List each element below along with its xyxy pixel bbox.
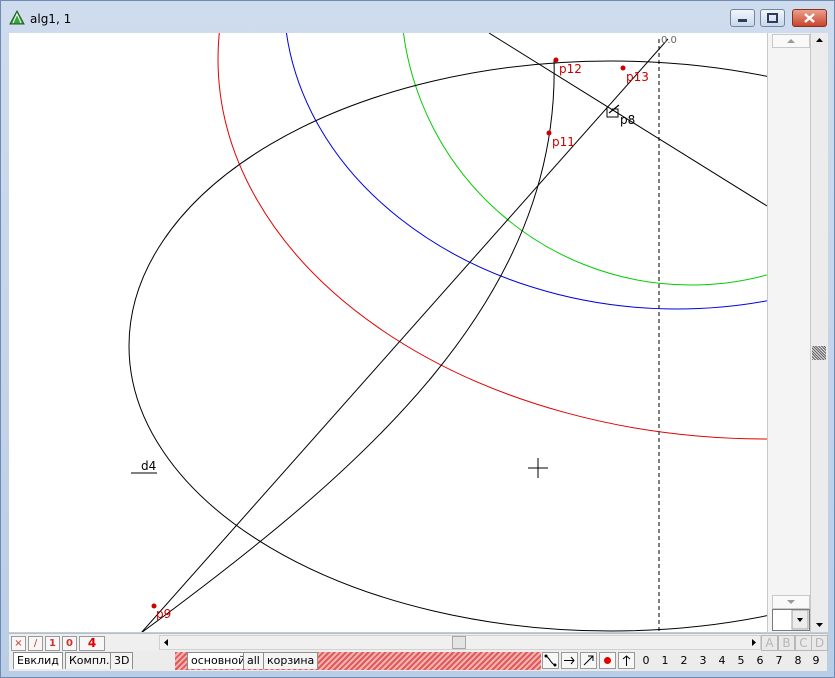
drawing-canvas[interactable]: p12 p13 p11 p8 p9 d4 0.0 bbox=[9, 33, 767, 632]
red-point-icon bbox=[604, 657, 611, 664]
arrow-diagonal-icon bbox=[583, 655, 594, 666]
digit-1-button[interactable]: 1 bbox=[657, 654, 673, 667]
chevron-up-icon bbox=[787, 39, 795, 43]
side-letter-b[interactable]: B bbox=[778, 635, 795, 651]
status-one-button[interactable]: 1 bbox=[45, 636, 60, 651]
dropdown-arrow-icon bbox=[791, 609, 809, 630]
panel-scroll-down-button[interactable] bbox=[772, 595, 810, 609]
side-letter-c[interactable]: C bbox=[795, 635, 812, 651]
minimize-button[interactable] bbox=[730, 9, 755, 27]
scroll-down-icon[interactable] bbox=[811, 618, 828, 632]
label-p11: p11 bbox=[552, 135, 575, 149]
tool-arrow-right-button[interactable] bbox=[561, 652, 578, 669]
minimize-icon bbox=[738, 19, 747, 22]
point-p12[interactable] bbox=[553, 57, 559, 63]
side-letter-d[interactable]: D bbox=[811, 635, 828, 651]
status-counter: 4 bbox=[79, 636, 105, 651]
arrow-right-icon bbox=[564, 656, 575, 665]
scroll-left-icon[interactable] bbox=[160, 636, 172, 649]
digit-0-button[interactable]: 0 bbox=[638, 654, 654, 667]
digit-5-button[interactable]: 5 bbox=[733, 654, 749, 667]
tab-korzina[interactable]: корзина bbox=[263, 652, 319, 669]
label-p9: p9 bbox=[156, 607, 171, 621]
label-p13: p13 bbox=[626, 70, 649, 84]
vertical-scrollbar[interactable] bbox=[810, 33, 828, 632]
app-icon bbox=[9, 9, 25, 25]
label-d4: d4 bbox=[141, 459, 156, 473]
close-icon bbox=[804, 13, 815, 23]
digit-4-button[interactable]: 4 bbox=[714, 654, 730, 667]
vertical-side-panel bbox=[767, 33, 811, 632]
scroll-right-icon[interactable] bbox=[748, 636, 760, 649]
label-p8: p8 bbox=[620, 113, 635, 127]
red-circle bbox=[217, 33, 767, 440]
geometry-drawing[interactable]: p12 p13 p11 p8 p9 d4 0.0 bbox=[9, 33, 767, 632]
window-title: alg1, 1 bbox=[30, 12, 72, 26]
tab-osnovnoy[interactable]: основной bbox=[187, 652, 250, 669]
chevron-down-icon bbox=[787, 600, 795, 604]
axis-origin-label: 0.0 bbox=[661, 35, 677, 46]
title-bar[interactable]: alg1, 1 bbox=[1, 1, 834, 34]
green-circle bbox=[403, 33, 767, 286]
tab-evklid[interactable]: Евклид bbox=[13, 652, 63, 669]
point-p13[interactable] bbox=[620, 65, 626, 71]
digit-2-button[interactable]: 2 bbox=[676, 654, 692, 667]
tool-point-button[interactable] bbox=[599, 652, 616, 669]
digit-6-button[interactable]: 6 bbox=[752, 654, 768, 667]
status-scroll-bar: × / 1 0 4 A B C D bbox=[9, 633, 828, 652]
maximize-icon bbox=[767, 13, 778, 23]
tool-bezier-button[interactable] bbox=[542, 652, 559, 669]
label-p12: p12 bbox=[559, 62, 582, 76]
tab-kompl[interactable]: Компл. bbox=[65, 652, 114, 669]
status-delete-button[interactable]: × bbox=[11, 636, 26, 651]
arc-curve bbox=[141, 58, 555, 632]
tool-arrow-diagonal-button[interactable] bbox=[580, 652, 597, 669]
scroll-up-icon[interactable] bbox=[811, 33, 828, 47]
application-window: alg1, 1 p12 p13 p11 p8 p9 d4 0.0 × / 1 0… bbox=[0, 0, 835, 678]
arrow-up-icon bbox=[622, 655, 631, 666]
tab-3d[interactable]: 3D bbox=[110, 652, 134, 669]
maximize-button[interactable] bbox=[760, 9, 785, 27]
blue-circle bbox=[286, 33, 767, 310]
digit-7-button[interactable]: 7 bbox=[771, 654, 787, 667]
panel-scroll-up-button[interactable] bbox=[772, 34, 810, 48]
digit-3-button[interactable]: 3 bbox=[695, 654, 711, 667]
bezier-tool-icon bbox=[544, 654, 557, 667]
crosshair-cursor-icon bbox=[528, 458, 548, 478]
tab-all[interactable]: all bbox=[243, 652, 264, 669]
status-line-button[interactable]: / bbox=[28, 636, 43, 651]
point-p11[interactable] bbox=[546, 130, 552, 136]
tool-arrow-up-button[interactable] bbox=[618, 652, 635, 669]
horizontal-scroll-thumb[interactable] bbox=[452, 636, 466, 649]
digit-8-button[interactable]: 8 bbox=[790, 654, 806, 667]
digit-9-button[interactable]: 9 bbox=[808, 654, 824, 667]
line-p9-p13 bbox=[141, 38, 669, 632]
side-letter-a[interactable]: A bbox=[761, 635, 778, 651]
close-button[interactable] bbox=[792, 9, 827, 27]
bottom-tab-bar: Евклид Компл. 3D основной all корзина 0 … bbox=[9, 651, 827, 671]
scroll-thumb[interactable] bbox=[812, 346, 826, 360]
panel-dropdown[interactable] bbox=[772, 609, 810, 631]
status-zero-button[interactable]: 0 bbox=[62, 636, 77, 651]
horizontal-scrollbar[interactable] bbox=[159, 635, 761, 650]
